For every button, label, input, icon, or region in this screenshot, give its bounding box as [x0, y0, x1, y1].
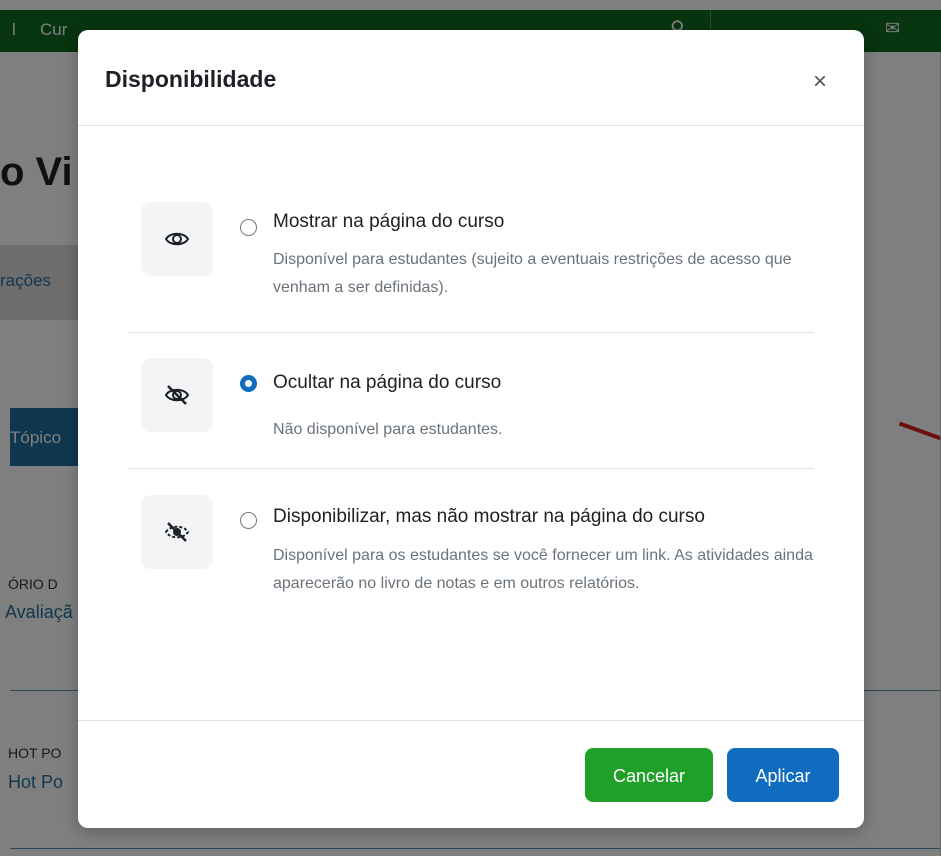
eye-icon	[141, 202, 213, 276]
radio-hide[interactable]	[240, 375, 257, 392]
dialog-title: Disponibilidade	[105, 66, 277, 92]
option-label: Mostrar na página do curso	[273, 211, 505, 232]
option-description: Disponível para os estudantes se você fo…	[273, 547, 813, 592]
cancel-button[interactable]: Cancelar	[585, 748, 713, 802]
option-label: Ocultar na página do curso	[273, 372, 502, 393]
eye-slash-icon	[141, 358, 213, 432]
option-description: Não disponível para estudantes.	[273, 421, 503, 438]
option-show[interactable]: Mostrar na página do curso Disponível pa…	[128, 176, 814, 333]
option-description: Disponível para estudantes (sujeito a ev…	[273, 251, 792, 296]
radio-stealth[interactable]	[240, 512, 257, 529]
option-hide[interactable]: Ocultar na página do curso Não disponíve…	[128, 332, 814, 469]
close-button[interactable]: ×	[808, 70, 832, 94]
radio-show[interactable]	[240, 219, 257, 236]
availability-dialog: Disponibilidade × Mostrar na página do c…	[78, 30, 864, 828]
option-label: Disponibilizar, mas não mostrar na págin…	[273, 506, 705, 527]
dialog-header: Disponibilidade ×	[78, 30, 864, 126]
option-stealth[interactable]: Disponibilizar, mas não mostrar na págin…	[128, 468, 814, 668]
eye-slash-dashed-icon	[141, 495, 213, 569]
apply-button[interactable]: Aplicar	[727, 748, 839, 802]
dialog-footer: Cancelar Aplicar	[78, 720, 864, 829]
